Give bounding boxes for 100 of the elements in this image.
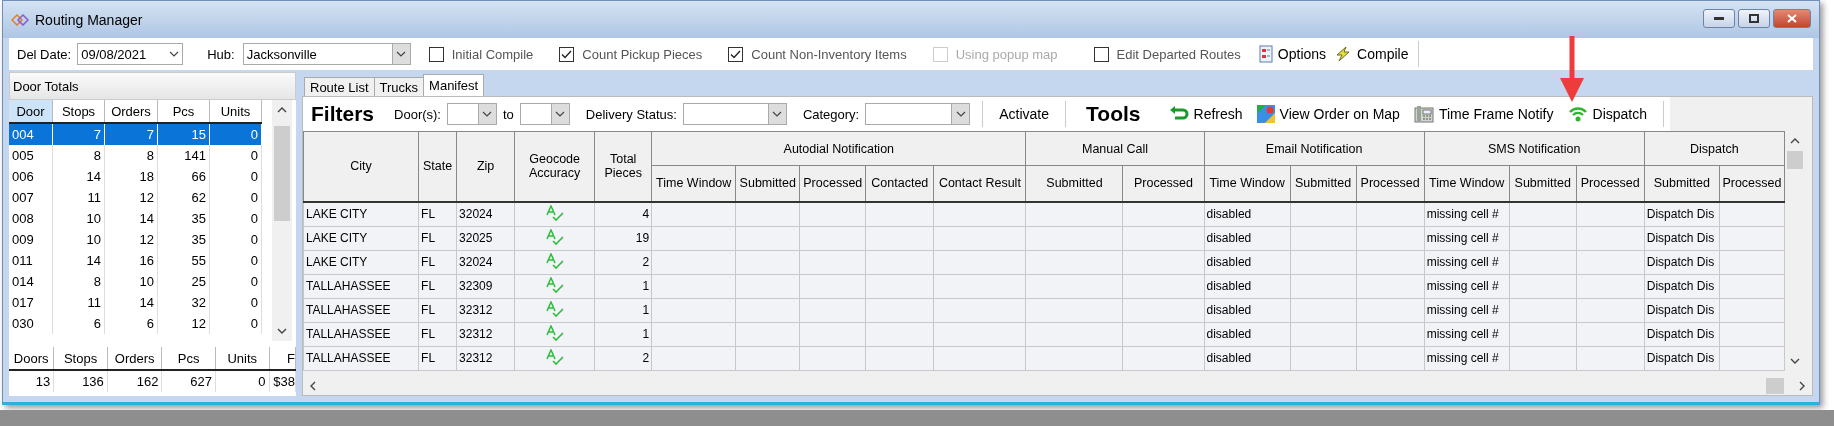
column-header: Stops xyxy=(53,347,108,370)
column-header: Pcs xyxy=(161,347,216,370)
table-cell: 10 xyxy=(52,229,105,250)
table-cell: 8 xyxy=(52,145,105,166)
table-cell: 0 xyxy=(209,250,262,271)
scrollbar[interactable] xyxy=(272,100,292,341)
app-logo-icon xyxy=(11,13,29,26)
table-cell: disabled xyxy=(1204,298,1291,323)
column-header[interactable]: Time Window xyxy=(651,165,736,202)
checkbox[interactable] xyxy=(728,46,744,62)
column-header[interactable]: Processed xyxy=(1576,165,1645,202)
table-cell: 32 xyxy=(157,292,210,313)
close-button[interactable] xyxy=(1773,9,1811,28)
checkbox[interactable] xyxy=(1093,46,1109,62)
checkbox-label: Using popup map xyxy=(955,46,1058,62)
options-button[interactable]: Options xyxy=(1254,45,1331,63)
column-header[interactable]: Units xyxy=(209,100,262,123)
table-cell: disabled xyxy=(1204,250,1291,275)
category-dropdown[interactable] xyxy=(865,103,971,125)
table-cell: 005 xyxy=(9,145,53,166)
tab[interactable]: Manifest xyxy=(423,74,485,96)
column-header[interactable]: Submitted xyxy=(1509,165,1577,202)
checkbox[interactable] xyxy=(428,46,444,62)
column-header[interactable]: Total Pieces xyxy=(594,131,652,202)
document-icon xyxy=(1258,45,1273,63)
scroll-down-icon xyxy=(277,328,287,334)
compile-button[interactable]: Compile xyxy=(1330,46,1413,62)
geocode-check-icon xyxy=(544,204,565,221)
doors-label: Door(s): xyxy=(394,106,441,122)
table-cell: 8 xyxy=(104,145,158,166)
column-header[interactable]: Submitted xyxy=(735,165,800,202)
table-cell: 0 xyxy=(209,166,262,187)
column-header[interactable]: Door xyxy=(9,100,53,123)
table-cell: 14 xyxy=(104,292,158,313)
close-icon xyxy=(1787,14,1797,23)
column-header[interactable]: Stops xyxy=(52,100,105,123)
phone-icon xyxy=(1413,105,1434,123)
table-cell: 12 xyxy=(104,187,158,208)
tab[interactable]: Route List xyxy=(304,77,375,96)
scrollbar-thumb[interactable] xyxy=(1766,378,1784,394)
geocode-check-icon xyxy=(544,276,565,293)
table-cell: 030 xyxy=(9,313,53,334)
table-cell: disabled xyxy=(1204,201,1291,227)
checkbox[interactable] xyxy=(559,46,575,62)
door-from-dropdown[interactable] xyxy=(447,103,497,125)
column-header[interactable]: Contacted xyxy=(865,165,934,202)
scroll-up-icon xyxy=(1790,138,1800,144)
maximize-button[interactable] xyxy=(1738,9,1770,28)
table-cell: 62 xyxy=(157,187,210,208)
column-header[interactable]: Submitted xyxy=(1644,165,1720,202)
scrollbar-thumb[interactable] xyxy=(274,126,290,221)
view-map-button[interactable]: View Order on Map xyxy=(1252,105,1404,123)
table-cell: 35 xyxy=(157,208,210,229)
tab[interactable]: Trucks xyxy=(373,77,425,96)
activate-button[interactable]: Activate xyxy=(995,106,1054,122)
column-header[interactable]: Processed xyxy=(1122,165,1205,202)
column-header[interactable]: Pcs xyxy=(157,100,210,123)
table-cell: 0 xyxy=(209,229,262,250)
column-header[interactable]: Geocode Accuracy xyxy=(514,131,595,202)
column-header[interactable]: Processed xyxy=(1719,165,1785,202)
column-header[interactable]: City xyxy=(303,131,419,202)
window-title: Routing Manager xyxy=(35,11,143,28)
scroll-right-icon xyxy=(1798,381,1806,391)
date-picker[interactable]: 09/08/2021 xyxy=(77,43,184,65)
table-cell: 008 xyxy=(9,208,53,229)
column-header[interactable]: Zip xyxy=(456,131,515,202)
column-header[interactable]: Processed xyxy=(799,165,866,202)
notify-button[interactable]: Time Frame Notify xyxy=(1409,105,1558,123)
hub-dropdown[interactable]: Jacksonville xyxy=(242,43,411,65)
table-cell: 11 xyxy=(52,187,105,208)
wifi-icon xyxy=(1567,105,1588,123)
filters-heading: Filters xyxy=(311,102,375,126)
table-cell: 18 xyxy=(104,166,158,187)
to-label: to xyxy=(503,106,514,122)
table-cell: 14 xyxy=(52,166,105,187)
column-header[interactable]: State xyxy=(418,131,457,202)
column-header[interactable]: Contact Result xyxy=(933,165,1026,202)
column-header[interactable]: Orders xyxy=(104,100,158,123)
table-cell: 011 xyxy=(9,250,53,271)
delivery-status-dropdown[interactable] xyxy=(682,103,787,125)
door-to-dropdown[interactable] xyxy=(519,103,570,125)
scrollbar-thumb[interactable] xyxy=(1787,151,1803,169)
table-cell: 014 xyxy=(9,271,53,292)
column-header[interactable]: Processed xyxy=(1356,165,1425,202)
table-cell: TALLAHASSEE xyxy=(303,346,419,371)
table-cell: 14 xyxy=(104,208,158,229)
hub-label: Hub: xyxy=(207,46,235,62)
column-header[interactable]: Submitted xyxy=(1290,165,1357,202)
maximize-icon xyxy=(1749,14,1759,23)
column-header[interactable]: Time Window xyxy=(1204,165,1291,202)
minimize-button[interactable] xyxy=(1703,9,1735,28)
column-header[interactable]: Time Window xyxy=(1424,165,1510,202)
column-header[interactable]: Submitted xyxy=(1025,165,1123,202)
table-cell: 0 xyxy=(209,292,262,313)
table-cell: 0 xyxy=(209,271,262,292)
tools-heading: Tools xyxy=(1086,102,1141,126)
table-cell: 8 xyxy=(52,271,105,292)
table-cell: 11 xyxy=(52,292,105,313)
dispatch-button[interactable]: Dispatch xyxy=(1563,105,1651,123)
refresh-button[interactable]: Refresh xyxy=(1164,105,1247,123)
